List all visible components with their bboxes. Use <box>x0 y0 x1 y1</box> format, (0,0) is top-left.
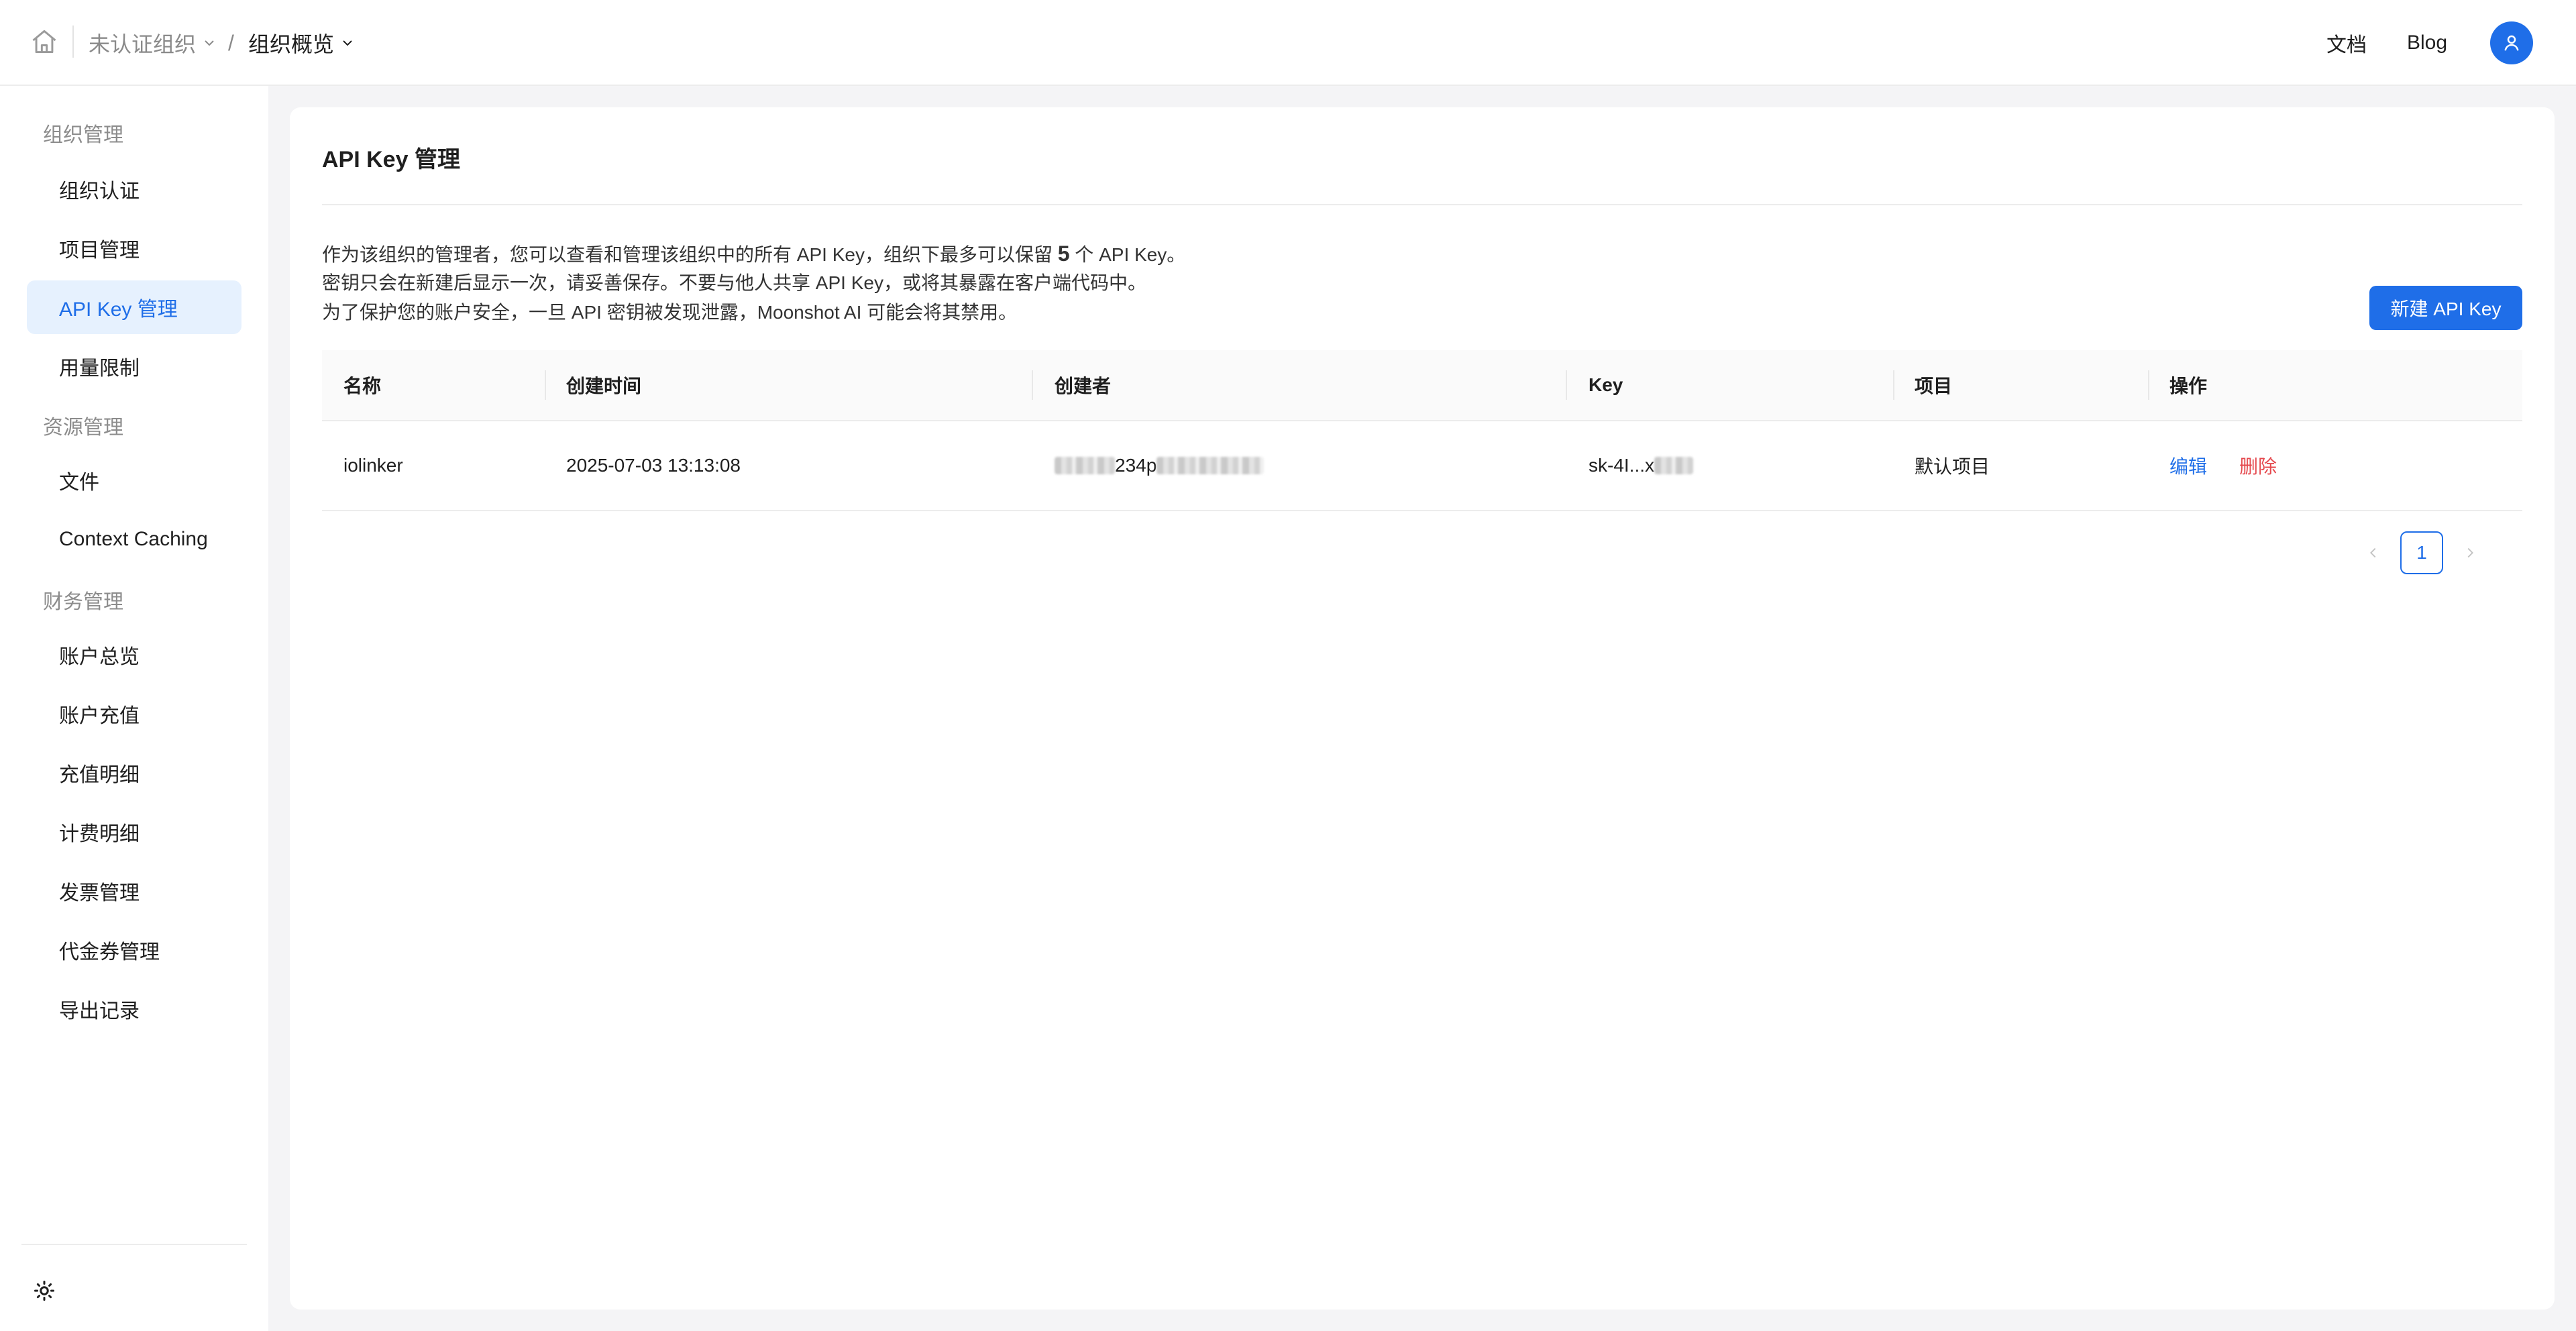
chevron-down-icon <box>343 40 352 46</box>
api-key-table: 名称 创建时间 创建者 Key 项目 操作 iolinker 2025-07-0… <box>322 350 2522 511</box>
column-header-created-at: 创建时间 <box>566 376 642 396</box>
redacted-mask <box>1055 457 1115 474</box>
cell-actions: 编辑 删除 <box>2169 421 2277 510</box>
sidebar-item-files[interactable]: 文件 <box>27 454 241 507</box>
chevron-right-icon <box>2467 547 2473 558</box>
new-api-key-button[interactable]: 新建 API Key <box>2369 286 2522 330</box>
pagination-page[interactable]: 1 <box>2400 531 2443 574</box>
description-line-1: 作为该组织的管理者，您可以查看和管理该组织中的所有 API Key，组织下最多可… <box>322 239 1185 270</box>
sidebar-item-context-caching[interactable]: Context Caching <box>27 513 241 566</box>
avatar[interactable] <box>2490 21 2533 64</box>
edit-button[interactable]: 编辑 <box>2169 452 2207 479</box>
sidebar: 组织管理 组织认证 项目管理 API Key 管理 用量限制 资源管理 文件 C… <box>0 86 268 1331</box>
home-icon[interactable] <box>30 27 59 56</box>
delete-button[interactable]: 删除 <box>2239 452 2277 479</box>
sidebar-group-resources: 资源管理 <box>43 417 123 439</box>
cell-created-at: 2025-07-03 13:13:08 <box>566 455 741 476</box>
sidebar-item-billing-details[interactable]: 计费明细 <box>27 805 241 859</box>
pagination-prev[interactable] <box>2357 530 2390 576</box>
sun-icon[interactable] <box>32 1279 56 1303</box>
column-header-name: 名称 <box>343 376 382 396</box>
description-line-1-pre: 作为该组织的管理者，您可以查看和管理该组织中的所有 API Key，组织下最多可… <box>322 244 1058 265</box>
column-separator <box>1566 370 1567 400</box>
cell-creator-text: 234p <box>1115 455 1157 476</box>
user-icon <box>2504 35 2519 51</box>
breadcrumb-current-label: 组织概览 <box>248 32 335 56</box>
column-separator <box>545 370 546 400</box>
sidebar-item-export-records[interactable]: 导出记录 <box>27 982 241 1036</box>
chevron-down-icon <box>205 40 214 46</box>
pagination: 1 <box>2357 530 2486 576</box>
top-bar: 未认证组织 / 组织概览 文档 Blog <box>0 0 2576 86</box>
sidebar-item-recharge-details[interactable]: 充值明细 <box>27 746 241 800</box>
cell-key: sk-4I...x <box>1589 421 1694 510</box>
sidebar-item-api-keys[interactable]: API Key 管理 <box>27 280 241 334</box>
column-header-creator: 创建者 <box>1055 376 1112 396</box>
column-separator <box>1893 370 1894 400</box>
chevron-left-icon <box>2370 547 2376 558</box>
title-divider <box>322 204 2522 205</box>
sidebar-item-vouchers[interactable]: 代金券管理 <box>27 923 241 977</box>
description-line-1-post: 个 API Key。 <box>1069 244 1186 265</box>
page-title: API Key 管理 <box>322 147 460 172</box>
description-line-3: 为了保护您的账户安全，一旦 API 密钥被发现泄露，Moonshot AI 可能… <box>322 302 1018 323</box>
sidebar-item-recharge[interactable]: 账户充值 <box>27 687 241 741</box>
column-separator <box>2148 370 2149 400</box>
cell-project: 默认项目 <box>1915 456 1990 477</box>
topbar-divider <box>72 25 74 58</box>
sidebar-item-usage-limits[interactable]: 用量限制 <box>27 339 241 393</box>
sidebar-footer-divider <box>21 1244 247 1245</box>
sidebar-item-account-overview[interactable]: 账户总览 <box>27 628 241 682</box>
column-header-project: 项目 <box>1915 376 1953 396</box>
table-row: iolinker 2025-07-03 13:13:08 234p sk-4I.… <box>322 421 2522 511</box>
description-line-2: 密钥只会在新建后显示一次，请妥善保存。不要与他人共享 API Key，或将其暴露… <box>322 272 1146 293</box>
breadcrumb-org-label: 未认证组织 <box>89 32 197 56</box>
sidebar-item-projects[interactable]: 项目管理 <box>27 221 241 275</box>
sidebar-group-org: 组织管理 <box>43 124 123 146</box>
max-keys-count: 5 <box>1057 242 1070 266</box>
column-separator <box>1032 370 1033 400</box>
breadcrumb-separator: / <box>228 30 234 55</box>
blog-link[interactable]: Blog <box>2407 27 2447 59</box>
cell-creator: 234p <box>1055 421 1265 510</box>
column-header-key: Key <box>1589 374 1623 395</box>
sidebar-item-invoices[interactable]: 发票管理 <box>27 864 241 918</box>
docs-link[interactable]: 文档 <box>2326 27 2367 59</box>
column-header-actions: 操作 <box>2169 376 2208 396</box>
sidebar-item-org-verify[interactable]: 组织认证 <box>27 162 241 216</box>
redacted-mask <box>1157 457 1265 474</box>
pagination-next[interactable] <box>2454 530 2486 576</box>
cell-name: iolinker <box>343 455 403 476</box>
table-header: 名称 创建时间 创建者 Key 项目 操作 <box>322 350 2522 421</box>
breadcrumb-org[interactable]: 未认证组织 <box>89 27 217 59</box>
redacted-mask <box>1654 457 1694 474</box>
breadcrumb-current[interactable]: 组织概览 <box>248 27 356 59</box>
cell-key-text: sk-4I...x <box>1589 455 1655 476</box>
sidebar-group-finance: 财务管理 <box>43 591 123 613</box>
api-key-card: API Key 管理 作为该组织的管理者，您可以查看和管理该组织中的所有 API… <box>290 107 2555 1310</box>
